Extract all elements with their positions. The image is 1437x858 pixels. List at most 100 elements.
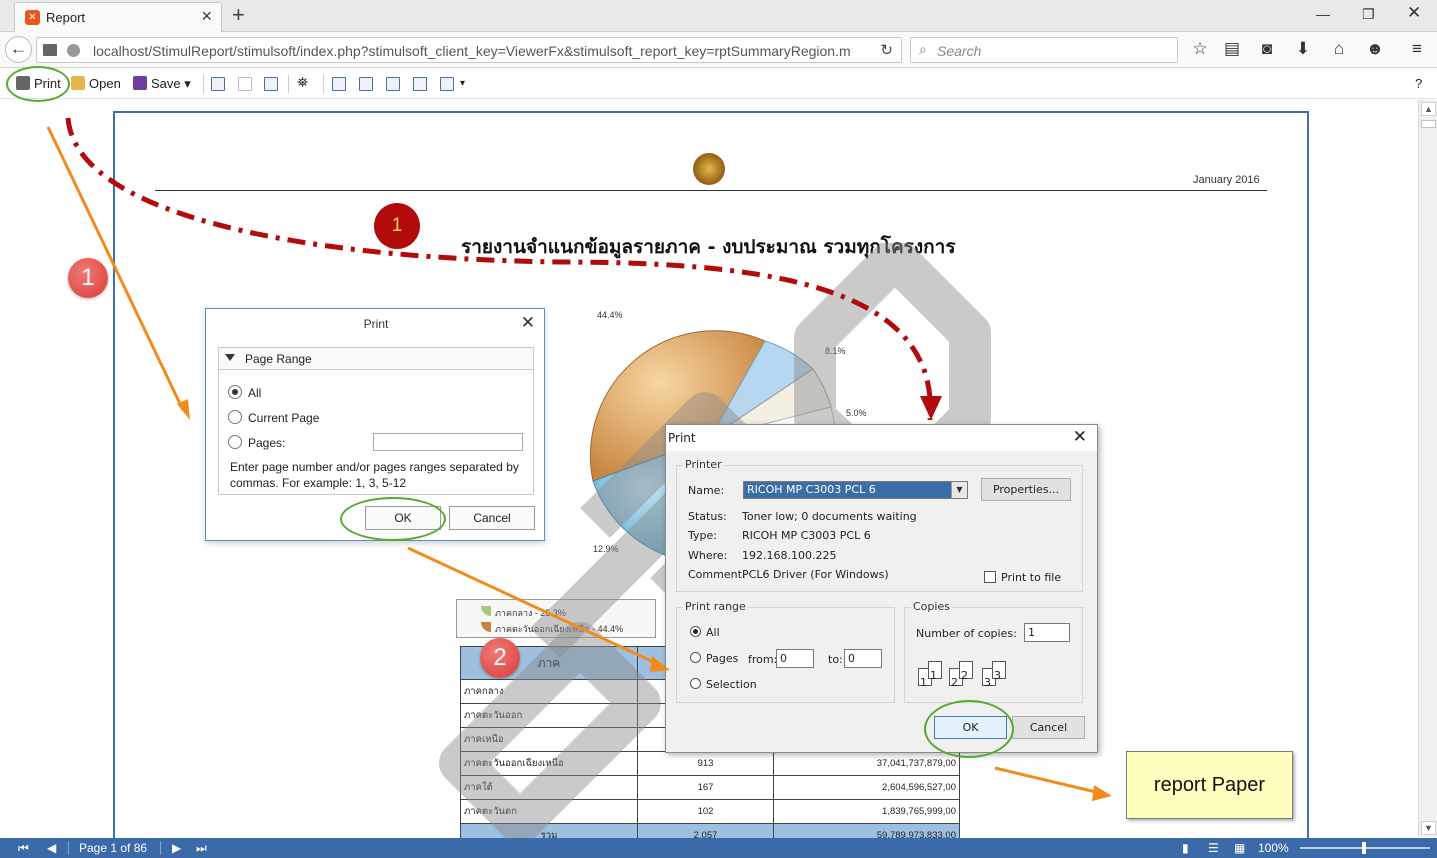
status-divider — [68, 841, 69, 855]
close-tab-icon[interactable]: × — [201, 7, 212, 25]
back-icon[interactable]: ← — [5, 36, 32, 63]
close-dialog-icon[interactable]: ✕ — [1073, 427, 1087, 447]
cancel-button[interactable]: Cancel — [1012, 716, 1085, 739]
smiley-icon[interactable]: ☻ — [1364, 39, 1386, 59]
multi-page-icon[interactable] — [440, 77, 454, 91]
scroll-up-icon[interactable]: ▲ — [1421, 102, 1436, 116]
type-label: Type: — [688, 529, 717, 542]
two-pages-icon[interactable] — [386, 77, 400, 91]
menu-icon[interactable]: ≡ — [1406, 39, 1428, 59]
from-input[interactable]: 0 — [776, 649, 814, 668]
save-button[interactable]: Save ▾ — [133, 76, 191, 92]
browser-nav-bar: ← localhost/StimulReport/stimulsoft/inde… — [0, 32, 1437, 68]
find-binoculars-icon[interactable]: ⛯ — [297, 74, 308, 91]
globe-icon — [67, 44, 80, 57]
close-dialog-icon[interactable]: ✕ — [521, 314, 535, 331]
new-tab-icon[interactable]: + — [232, 4, 245, 26]
where-value: 192.168.100.225 — [742, 549, 837, 562]
downloads-icon[interactable]: ⬇ — [1292, 39, 1314, 59]
single-page-mode-icon[interactable]: ▮ — [1182, 841, 1189, 855]
from-label: from: — [748, 653, 778, 666]
radio-pages-label: Pages: — [248, 436, 286, 450]
radio-pages[interactable] — [228, 435, 242, 449]
continuous-mode-icon[interactable]: ☰ — [1208, 841, 1219, 855]
page-indicator[interactable]: Page 1 of 86 — [79, 841, 147, 855]
report-paper-callout: report Paper — [1126, 751, 1293, 819]
folder-icon — [71, 76, 85, 90]
scroll-down-icon[interactable]: ▼ — [1421, 821, 1436, 835]
printer-name-select[interactable]: RICOH MP C3003 PCL 6 ▼ — [743, 481, 968, 499]
first-page-icon[interactable]: ⏮ — [18, 841, 29, 856]
pocket-icon[interactable]: ◙ — [1256, 39, 1278, 59]
highlight-ring-ok — [340, 497, 446, 541]
system-print-dialog: Print ✕ Printer Name: RICOH MP C3003 PCL… — [665, 424, 1098, 753]
page-range-label: Page Range — [245, 352, 312, 366]
vertical-scrollbar[interactable]: ▲ ▼ — [1418, 100, 1437, 837]
toolbar-divider — [288, 75, 289, 93]
cancel-button[interactable]: Cancel — [449, 506, 535, 530]
collate-page-icon: 2 — [959, 661, 973, 682]
one-page-icon[interactable] — [332, 77, 346, 91]
tab-title: Report — [46, 10, 86, 25]
step-badge: 2 — [480, 638, 520, 678]
range-pages-radio[interactable] — [690, 652, 701, 663]
app-favicon-icon: ✕ — [25, 10, 40, 25]
step-badge: 1 — [68, 258, 108, 298]
where-label: Where: — [688, 549, 728, 562]
highlight-ring-system-ok — [924, 700, 1014, 758]
search-input[interactable]: ⌕ Search — [910, 37, 1178, 63]
viewer-toolbar: Print Open Save ▾ ⛯ ▾ ? — [0, 69, 1437, 99]
radio-current-page[interactable] — [228, 410, 242, 424]
copies-label: Number of copies: — [916, 627, 1017, 640]
radio-all-label: All — [248, 386, 262, 400]
browser-tab-bar: ✕ Report × + — ❐ ✕ — [0, 0, 1437, 32]
page-range-header[interactable]: Page Range — [219, 348, 533, 370]
last-page-icon[interactable]: ⏭ — [196, 841, 207, 856]
parameters-icon[interactable] — [238, 77, 252, 91]
close-window-icon[interactable]: ✕ — [1407, 3, 1421, 23]
zoom-slider-knob[interactable] — [1362, 842, 1366, 854]
copies-group-label: Copies — [911, 600, 952, 613]
radio-current-page-label: Current Page — [248, 411, 320, 425]
search-icon: ⌕ — [919, 41, 927, 57]
properties-button[interactable]: Properties... — [981, 478, 1071, 501]
next-page-icon[interactable]: ▶ — [172, 841, 181, 855]
open-button[interactable]: Open — [71, 76, 121, 91]
address-bar[interactable]: localhost/StimulReport/stimulsoft/index.… — [36, 37, 902, 63]
print-to-file-checkbox[interactable] — [984, 571, 996, 583]
restore-icon[interactable]: ❐ — [1362, 6, 1375, 23]
multi-page-mode-icon[interactable]: ▦ — [1234, 841, 1245, 855]
floppy-icon — [133, 76, 147, 90]
page-info-icon[interactable] — [43, 44, 57, 56]
help-button[interactable]: ? — [1415, 76, 1422, 91]
browser-tab[interactable]: ✕ Report × — [14, 2, 222, 32]
radio-all[interactable] — [228, 385, 242, 399]
status-divider — [160, 841, 161, 855]
to-label: to: — [828, 653, 843, 666]
status-value: Toner low; 0 documents waiting — [742, 510, 917, 523]
name-label: Name: — [688, 484, 725, 497]
view-mode-dropdown-icon[interactable]: ▾ — [460, 78, 465, 89]
pages-input[interactable] — [373, 433, 523, 451]
to-input[interactable]: 0 — [844, 649, 882, 668]
step-badge: 1 — [374, 203, 420, 249]
minimize-icon[interactable]: — — [1316, 6, 1330, 22]
page-width-icon[interactable] — [413, 77, 427, 91]
range-pages-label: Pages — [706, 652, 739, 665]
reload-icon[interactable]: ↻ — [880, 41, 893, 59]
reading-list-icon[interactable]: ▤ — [1221, 39, 1243, 59]
bookmarks-icon[interactable] — [211, 77, 225, 91]
scroll-thumb[interactable] — [1421, 120, 1436, 128]
header-divider — [155, 190, 1267, 191]
range-selection-radio[interactable] — [690, 678, 701, 689]
whole-page-icon[interactable] — [359, 77, 373, 91]
bookmark-star-icon[interactable]: ☆ — [1189, 39, 1211, 59]
toolbar-divider — [323, 75, 324, 93]
home-icon[interactable]: ⌂ — [1328, 39, 1350, 59]
prev-page-icon[interactable]: ◀ — [47, 841, 56, 855]
highlight-ring-print — [6, 66, 70, 102]
copies-input[interactable]: 1 — [1024, 623, 1070, 642]
thumbnails-icon[interactable] — [264, 77, 278, 91]
collapse-triangle-icon — [225, 354, 235, 361]
range-all-radio[interactable] — [690, 626, 701, 637]
